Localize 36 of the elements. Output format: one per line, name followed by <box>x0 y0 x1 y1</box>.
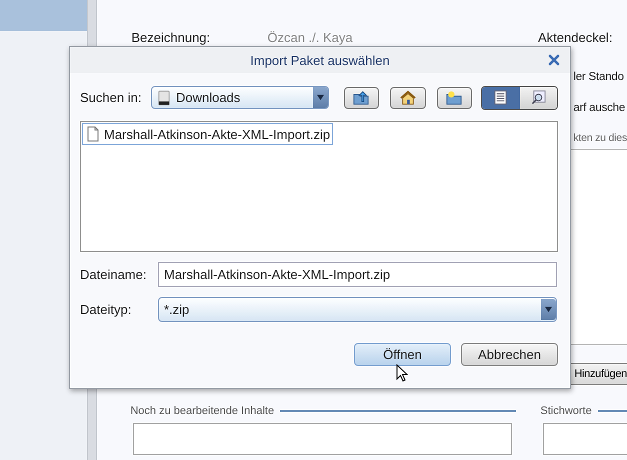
field-label: Aktendeckel: <box>538 30 614 44</box>
list-caption: kten zu dies <box>573 132 627 144</box>
field-label: arf ausche <box>573 101 626 116</box>
caret-icon <box>544 306 553 313</box>
list-view-button[interactable] <box>482 86 520 108</box>
home-icon <box>398 90 417 106</box>
field-label: Dateityp: <box>80 302 132 317</box>
search-icon <box>530 90 546 105</box>
field-label: ler Stando <box>573 70 625 85</box>
folder-up-button[interactable] <box>344 86 380 108</box>
close-icon[interactable] <box>548 54 560 66</box>
field-label: Suchen in: <box>80 90 142 105</box>
home-button[interactable] <box>390 86 426 108</box>
file-name-field[interactable]: Marshall-Atkinson-Akte-XML-Import.zip <box>158 262 557 287</box>
field-label: Bezeichnung: <box>131 30 212 44</box>
field-label: Dateiname: <box>80 267 148 282</box>
file-list[interactable]: Marshall-Atkinson-Akte-XML-Import.zip <box>80 121 558 252</box>
cursor-icon <box>396 364 408 383</box>
section-title: Stichworte <box>540 405 592 417</box>
section-title: Noch zu bearbeitende Inhalte <box>130 405 274 417</box>
file-icon <box>87 126 99 142</box>
cancel-button[interactable]: Abbrechen <box>461 343 558 366</box>
caret-icon <box>316 94 325 101</box>
drive-icon <box>158 90 170 106</box>
dialog-title: Import Paket auswählen <box>250 52 390 68</box>
file-type-dropdown[interactable]: *.zip <box>158 297 557 322</box>
view-toggle[interactable] <box>481 86 558 110</box>
details-view-button[interactable] <box>520 86 557 108</box>
new-folder-button[interactable] <box>436 86 472 108</box>
list-icon <box>493 90 508 105</box>
field-value: Özcan ./. Kaya <box>267 30 354 44</box>
new-folder-icon <box>445 90 464 106</box>
folder-up-icon <box>352 90 370 106</box>
file-item[interactable]: Marshall-Atkinson-Akte-XML-Import.zip <box>82 123 334 145</box>
open-button[interactable]: Öffnen <box>354 343 451 366</box>
folder-dropdown[interactable]: Downloads <box>150 86 329 109</box>
